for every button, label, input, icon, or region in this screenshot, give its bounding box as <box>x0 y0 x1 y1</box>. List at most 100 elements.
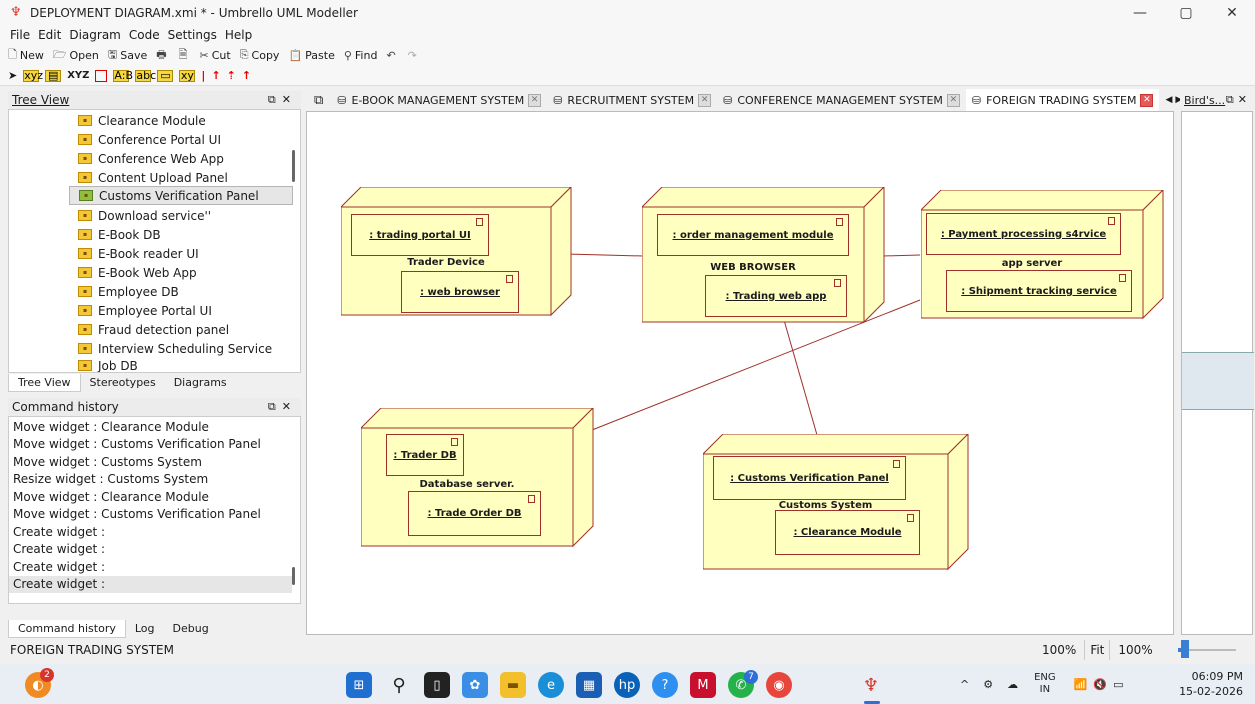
birds-eye-minimap[interactable] <box>1182 352 1254 410</box>
print-preview-button[interactable]: 🗎 <box>179 46 191 65</box>
birds-eye-view[interactable] <box>1181 111 1254 635</box>
copilot-icon[interactable]: ✿ <box>462 672 488 698</box>
tab-scroll-left-icon[interactable]: ◀ <box>1165 95 1172 105</box>
search-icon[interactable]: ⚲ <box>386 672 412 698</box>
history-scrollbar[interactable] <box>292 567 295 585</box>
menu-code[interactable]: Code <box>125 26 164 44</box>
menu-settings[interactable]: Settings <box>164 26 221 44</box>
tab-debug[interactable]: Debug <box>164 620 218 638</box>
copy-button[interactable]: ⎘ Copy <box>240 48 280 62</box>
association-line[interactable] <box>783 319 818 436</box>
store-icon[interactable]: ▦ <box>576 672 602 698</box>
list-item[interactable]: ▪ Content Upload Panel <box>69 168 228 187</box>
package-tool-icon[interactable]: ▤ <box>45 69 62 82</box>
association-line[interactable] <box>882 254 921 257</box>
panel-controls[interactable]: ⧉✕ <box>268 400 297 414</box>
tab-stereotypes[interactable]: Stereotypes <box>81 374 165 392</box>
zoom-slider-thumb[interactable] <box>1181 640 1189 658</box>
interface-tool-icon[interactable]: ▭ <box>157 69 174 82</box>
tab-log[interactable]: Log <box>126 620 164 638</box>
component-trading-portal-ui[interactable]: : trading portal UI <box>351 214 489 256</box>
list-item[interactable]: ▪ Job DB <box>69 356 138 372</box>
list-item[interactable]: ▪ Download service'' <box>69 206 211 225</box>
tab-conference-management[interactable]: ⛁ CONFERENCE MANAGEMENT SYSTEM ✕ <box>717 89 966 111</box>
list-item[interactable]: ▪ Conference Web App <box>69 149 224 168</box>
close-tab-icon[interactable]: ✕ <box>528 93 542 107</box>
list-item[interactable]: ▪ Employee DB <box>69 282 179 301</box>
zoom-reset-button[interactable]: 100% <box>1118 640 1152 660</box>
maximize-button[interactable]: ▢ <box>1163 0 1209 26</box>
component-customs-verification-panel[interactable]: : Customs Verification Panel <box>713 456 906 500</box>
close-tab-icon[interactable]: ✕ <box>698 93 712 107</box>
battery-icon[interactable]: ▭ <box>1113 678 1123 691</box>
tab-ebook-management[interactable]: ⛁ E-BOOK MANAGEMENT SYSTEM ✕ <box>331 89 547 111</box>
menu-diagram[interactable]: Diagram <box>65 26 125 44</box>
panel-controls[interactable]: ⧉✕ <box>268 93 297 107</box>
history-item[interactable]: Move widget : Customs Verification Panel <box>13 436 261 453</box>
list-item[interactable]: ▪ E-Book DB <box>69 225 161 244</box>
component-trader-db[interactable]: : Trader DB <box>386 434 464 476</box>
chrome-icon[interactable]: ◉ <box>766 672 792 698</box>
close-button[interactable]: ✕ <box>1209 0 1255 26</box>
component-clearance-module[interactable]: : Clearance Module <box>775 510 920 555</box>
history-item[interactable]: Create widget : <box>13 541 105 558</box>
tree-scrollbar[interactable] <box>292 150 295 182</box>
list-item[interactable]: ▪ Fraud detection panel <box>69 320 229 339</box>
history-item[interactable]: Move widget : Customs System <box>13 454 202 471</box>
tab-recruitment[interactable]: ⛁ RECRUITMENT SYSTEM ✕ <box>547 89 717 111</box>
chevron-up-icon[interactable]: ^ <box>960 678 969 691</box>
print-button[interactable]: 🖶 <box>156 46 169 65</box>
save-button[interactable]: 🖫 Save <box>108 46 147 65</box>
new-button[interactable]: 🗋 New <box>8 46 44 65</box>
minimize-button[interactable]: — <box>1117 0 1163 26</box>
component-web-browser[interactable]: : web browser <box>401 271 519 313</box>
association-tool-icon[interactable]: ↑ <box>211 69 220 82</box>
component-payment-processing-service[interactable]: : Payment processing s4rvice <box>926 213 1121 255</box>
clock[interactable]: 06:09 PM 15-02-2026 <box>1179 669 1243 699</box>
close-tab-icon[interactable]: ✕ <box>946 93 960 107</box>
history-item-selected[interactable]: Create widget : <box>9 576 292 593</box>
object-tool-icon[interactable]: xy <box>179 69 196 82</box>
menu-file[interactable]: File <box>6 26 34 44</box>
cut-button[interactable]: ✂ Cut <box>200 49 231 62</box>
paste-button[interactable]: 📋 Paste <box>288 49 334 62</box>
start-icon[interactable]: ⊞ <box>346 672 372 698</box>
component-trade-order-db[interactable]: : Trade Order DB <box>408 491 541 536</box>
association-line[interactable] <box>565 253 644 257</box>
help-icon[interactable]: ? <box>652 672 678 698</box>
list-item[interactable]: ▪ Conference Portal UI <box>69 130 221 149</box>
file-explorer-icon[interactable]: ▬ <box>500 672 526 698</box>
mcafee-icon[interactable]: M <box>690 672 716 698</box>
tab-foreign-trading[interactable]: ⛁ FOREIGN TRADING SYSTEM ✕ <box>965 89 1160 111</box>
list-item[interactable]: ▪ E-Book Web App <box>69 263 197 282</box>
history-item[interactable]: Resize widget : Customs System <box>13 471 208 488</box>
component-trading-web-app[interactable]: : Trading web app <box>705 275 847 317</box>
menu-help[interactable]: Help <box>221 26 256 44</box>
diagram-canvas[interactable]: : trading portal UI Trader Device : web … <box>306 111 1174 635</box>
history-item[interactable]: Move widget : Clearance Module <box>13 489 209 506</box>
tab-command-history[interactable]: Command history <box>8 620 126 638</box>
find-button[interactable]: ⚲ Find <box>344 49 378 62</box>
list-item-selected[interactable]: ▪ Customs Verification Panel <box>69 186 293 205</box>
history-item[interactable]: Create widget : <box>13 559 105 576</box>
zoom-level[interactable]: 100% <box>1042 640 1076 660</box>
tab-tree-view[interactable]: Tree View <box>8 374 81 392</box>
anchor-tool-icon[interactable]: ↑ <box>242 69 251 82</box>
list-item[interactable]: ▪ E-Book reader UI <box>69 244 199 263</box>
close-tab-icon[interactable]: ✕ <box>1140 93 1154 107</box>
hp-icon[interactable]: hp <box>614 672 640 698</box>
box-tool-icon[interactable] <box>95 69 108 82</box>
component-order-management-module[interactable]: : order management module <box>657 214 849 256</box>
text-tool-icon[interactable]: XYZ <box>67 70 89 81</box>
history-item[interactable]: Move widget : Customs Verification Panel <box>13 506 261 523</box>
task-view-icon[interactable]: ▯ <box>424 672 450 698</box>
zoom-slider[interactable] <box>1178 640 1236 658</box>
redo-button[interactable]: ↷ <box>408 49 420 62</box>
security-icon[interactable]: ⚙ <box>983 678 993 691</box>
language-indicator[interactable]: ENG IN <box>1034 672 1056 696</box>
panel-controls[interactable]: ⧉✕ <box>1226 93 1251 107</box>
artifact-tool-icon[interactable]: abc <box>135 69 156 82</box>
open-button[interactable]: 🗁 Open <box>53 46 99 65</box>
volume-muted-icon[interactable]: 🔇 <box>1093 678 1107 691</box>
component-tool-icon[interactable]: A:B <box>113 69 133 82</box>
